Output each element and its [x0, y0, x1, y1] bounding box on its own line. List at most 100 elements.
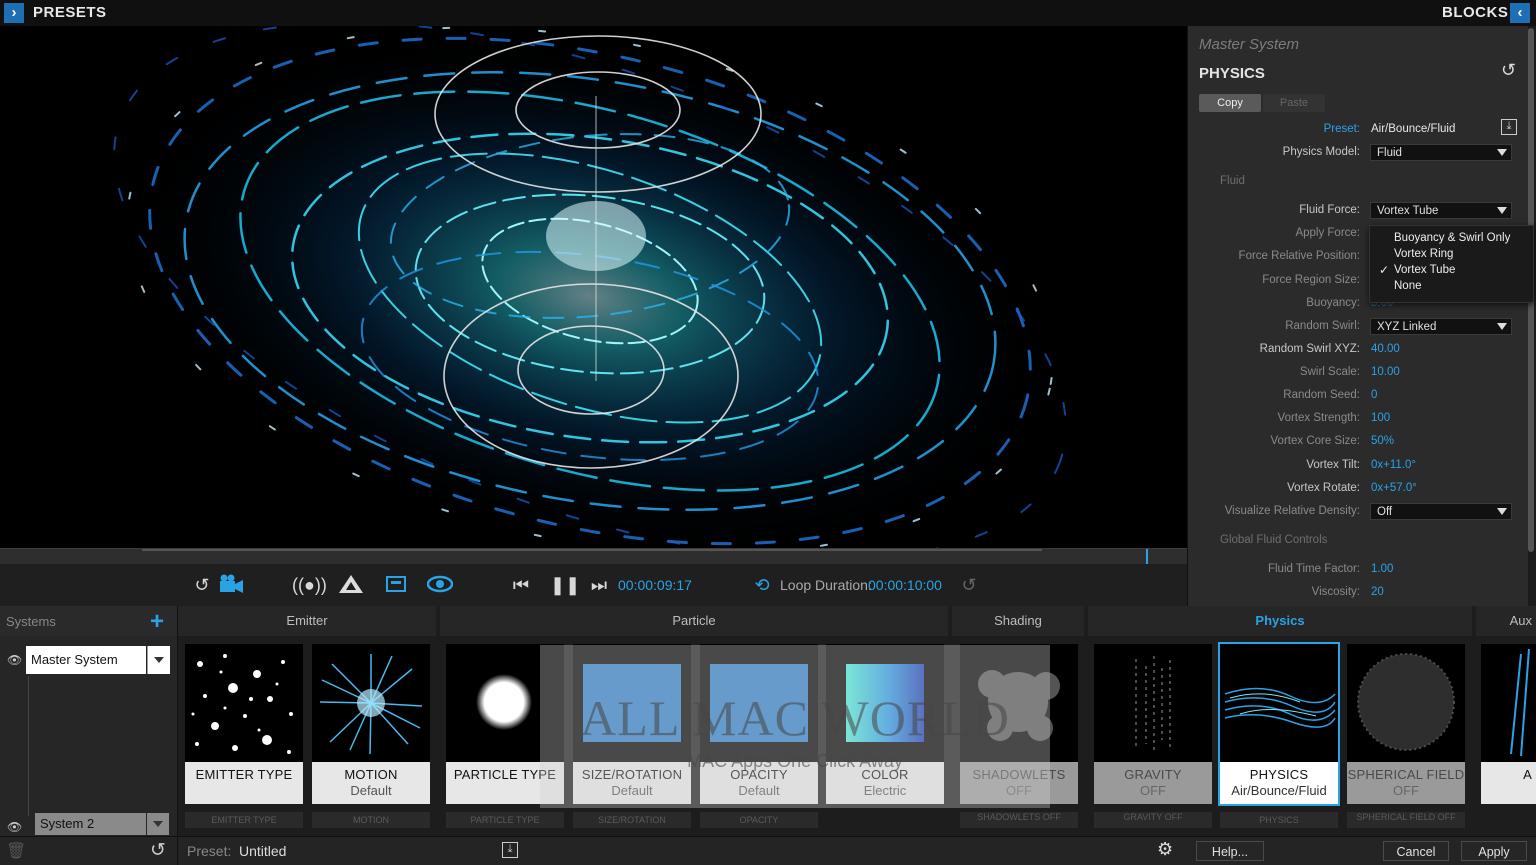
master-system-item[interactable]: Master System: [26, 646, 146, 674]
sub-slot[interactable]: SIZE/ROTATION: [573, 812, 691, 828]
camera-icon[interactable]: [219, 574, 245, 596]
safe-frame-icon[interactable]: [385, 574, 407, 596]
system-2-dropdown[interactable]: [147, 813, 169, 835]
sub-slot[interactable]: PARTICLE TYPE: [446, 812, 564, 828]
category-aux[interactable]: Aux: [1476, 606, 1536, 636]
block-motion[interactable]: MOTION Default: [312, 644, 430, 804]
vortex-strength-value[interactable]: 100: [1371, 412, 1390, 424]
block-gravity[interactable]: GRAVITY OFF: [1094, 644, 1212, 804]
systems-title: Systems: [6, 614, 56, 629]
eye-icon[interactable]: 👁: [7, 820, 22, 834]
add-system-icon[interactable]: +: [150, 608, 164, 636]
chevron-down-icon: [154, 657, 164, 663]
category-physics[interactable]: Physics: [1088, 606, 1472, 636]
block-subtitle: OFF: [1393, 783, 1419, 798]
chevron-down-icon: [1497, 508, 1507, 515]
aux-thumbnail: [1510, 648, 1530, 757]
random-swirl-value: XYZ Linked: [1377, 321, 1437, 333]
swirl-scale-value[interactable]: 10.00: [1371, 366, 1400, 378]
dropdown-option[interactable]: None: [1394, 280, 1422, 292]
category-emitter[interactable]: Emitter: [178, 606, 436, 636]
apply-button[interactable]: Apply: [1461, 841, 1527, 861]
random-swirl-select[interactable]: XYZ Linked: [1370, 318, 1512, 335]
skip-forward-icon[interactable]: ⏭: [588, 574, 610, 596]
random-seed-value[interactable]: 0: [1371, 389, 1377, 401]
timeline-scrubber[interactable]: [0, 548, 1187, 565]
loop-icon[interactable]: ⟲: [752, 574, 772, 596]
save-preset-icon[interactable]: ⤓: [1501, 119, 1517, 135]
presets-label[interactable]: PRESETS: [33, 4, 107, 21]
reset-section-icon[interactable]: ↺: [1501, 60, 1516, 81]
block-spherical-field[interactable]: SPHERICAL FIELD OFF: [1347, 644, 1465, 804]
sub-slot[interactable]: SHADOWLETS OFF: [960, 812, 1078, 828]
skip-back-icon[interactable]: ⏮: [510, 574, 532, 596]
visibility-eye-icon[interactable]: [426, 574, 454, 596]
reset-systems-icon[interactable]: ↺: [150, 839, 166, 862]
sub-slot[interactable]: PHYSICS: [1220, 812, 1338, 828]
save-preset-icon[interactable]: ⤓: [502, 842, 518, 858]
audio-react-icon[interactable]: ((●)): [292, 574, 327, 596]
paste-button[interactable]: Paste: [1263, 94, 1325, 112]
preset-value[interactable]: Air/Bounce/Fluid: [1371, 123, 1455, 135]
sub-slot[interactable]: EMITTER TYPE: [185, 812, 303, 828]
fluid-force-select[interactable]: Vortex Tube: [1370, 202, 1512, 219]
viscosity-value[interactable]: 20: [1371, 586, 1384, 598]
reset-view-icon[interactable]: ↺: [192, 574, 212, 596]
cancel-button[interactable]: Cancel: [1383, 841, 1449, 861]
help-button[interactable]: Help...: [1196, 841, 1264, 861]
gear-icon[interactable]: ⚙: [1157, 839, 1173, 860]
physics-model-value: Fluid: [1377, 147, 1402, 159]
vortex-core-size-value[interactable]: 50%: [1371, 435, 1394, 447]
visualize-density-select[interactable]: Off: [1370, 503, 1512, 520]
particle-preview-viewport[interactable]: [0, 26, 1187, 548]
dropdown-option[interactable]: Vortex Ring: [1394, 248, 1453, 260]
block-aux[interactable]: A: [1481, 644, 1536, 804]
presets-expand-icon[interactable]: ›: [4, 3, 24, 23]
block-subtitle: Default: [350, 783, 392, 798]
sub-slot[interactable]: OPACITY: [700, 812, 818, 828]
vortex-tilt-value[interactable]: 0x+11.0°: [1371, 459, 1416, 471]
block-title: PHYSICS: [1249, 767, 1309, 782]
visualize-density-label: Visualize Relative Density:: [1224, 505, 1360, 517]
block-emitter-type[interactable]: EMITTER TYPE: [185, 644, 303, 804]
chevron-down-icon: [153, 821, 163, 827]
sub-slot[interactable]: SPHERICAL FIELD OFF: [1347, 812, 1465, 828]
vortex-rotate-value[interactable]: 0x+57.0°: [1371, 482, 1417, 494]
physics-model-select[interactable]: Fluid: [1370, 144, 1512, 161]
timecode: 00:00:09:17: [618, 577, 692, 593]
random-swirl-xyz-value[interactable]: 40.00: [1371, 343, 1400, 355]
system-2-item[interactable]: System 2: [35, 813, 146, 835]
trash-icon[interactable]: 🗑: [6, 841, 26, 861]
block-physics[interactable]: PHYSICS Air/Bounce/Fluid: [1218, 642, 1340, 806]
category-particle[interactable]: Particle: [440, 606, 948, 636]
system-name: Master System: [1199, 36, 1300, 53]
top-bar: › PRESETS BLOCKS ‹: [0, 0, 1536, 26]
eye-icon[interactable]: 👁: [7, 653, 22, 667]
global-fluid-controls-header: Global Fluid Controls: [1220, 534, 1328, 546]
blocks-collapse-icon[interactable]: ‹: [1510, 3, 1530, 23]
dropdown-option[interactable]: Buoyancy & Swirl Only: [1394, 232, 1510, 244]
preset-status-value: Untitled: [239, 843, 287, 859]
motion-blur-icon[interactable]: [338, 574, 364, 596]
sub-slot[interactable]: GRAVITY OFF: [1094, 812, 1212, 828]
block-title: A: [1523, 767, 1532, 782]
pause-icon[interactable]: ❚❚: [550, 574, 580, 596]
random-swirl-label: Random Swirl:: [1285, 320, 1360, 332]
spherical-field-thumbnail: [1357, 653, 1455, 751]
category-shading[interactable]: Shading: [952, 606, 1084, 636]
loop-reset-icon[interactable]: ↺: [960, 574, 978, 596]
systems-panel: Systems + 👁 Master System 👁 System 2: [0, 606, 178, 836]
copy-button[interactable]: Copy: [1199, 94, 1261, 112]
blocks-label[interactable]: BLOCKS: [1442, 4, 1508, 21]
gravity-thumbnail: [1135, 656, 1171, 752]
block-title: EMITTER TYPE: [195, 767, 293, 782]
chevron-down-icon: [1497, 207, 1507, 214]
master-system-dropdown[interactable]: [147, 646, 170, 674]
playhead[interactable]: [1146, 549, 1148, 565]
emitter-type-thumbnail: [191, 654, 293, 754]
loop-duration-value[interactable]: 00:00:10:00: [868, 577, 942, 593]
dropdown-option-selected[interactable]: Vortex Tube: [1394, 264, 1455, 276]
fluid-time-factor-value[interactable]: 1.00: [1371, 563, 1393, 575]
watermark-title: ALL MAC WORLD: [580, 690, 1010, 746]
sub-slot[interactable]: MOTION: [312, 812, 430, 828]
